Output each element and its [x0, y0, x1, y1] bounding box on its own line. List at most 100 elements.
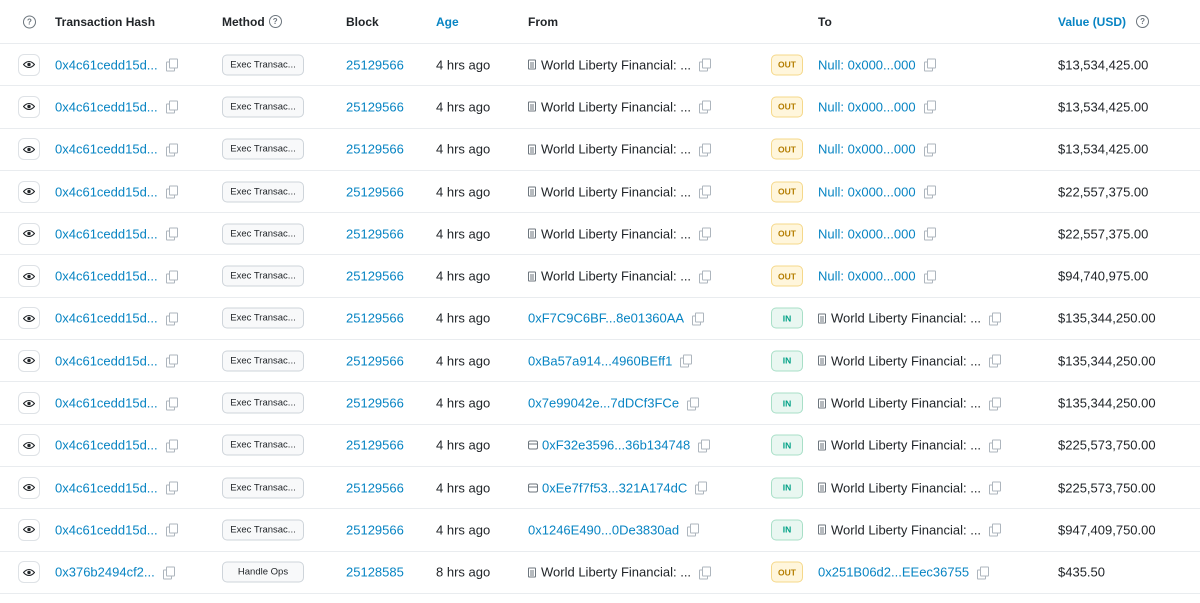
copy-icon[interactable]: [699, 143, 712, 157]
view-details-button[interactable]: [18, 561, 40, 584]
to-address[interactable]: Null: 0x000...000: [818, 99, 916, 114]
block-link[interactable]: 25129566: [346, 142, 404, 157]
copy-icon[interactable]: [165, 227, 178, 241]
copy-icon[interactable]: [989, 354, 1002, 368]
copy-icon[interactable]: [923, 185, 936, 199]
copy-icon[interactable]: [687, 523, 700, 537]
block-link[interactable]: 25129566: [346, 226, 404, 241]
copy-icon[interactable]: [989, 481, 1002, 495]
transaction-hash-link[interactable]: 0x4c61cedd15d...: [55, 480, 158, 495]
copy-icon[interactable]: [680, 354, 693, 368]
copy-icon[interactable]: [989, 312, 1002, 326]
question-circle-icon[interactable]: ?: [1136, 15, 1150, 28]
transaction-hash-link[interactable]: 0x4c61cedd15d...: [55, 57, 158, 72]
question-circle-icon[interactable]: ?: [268, 15, 282, 28]
view-details-button[interactable]: [18, 518, 40, 541]
transaction-hash-link[interactable]: 0x4c61cedd15d...: [55, 522, 158, 537]
transaction-hash-link[interactable]: 0x4c61cedd15d...: [55, 396, 158, 411]
from-address[interactable]: 0xF7C9C6BF...8e01360AA: [528, 311, 684, 326]
copy-icon[interactable]: [699, 270, 712, 284]
copy-icon[interactable]: [165, 58, 178, 72]
copy-icon[interactable]: [165, 439, 178, 453]
copy-icon[interactable]: [699, 100, 712, 114]
header-value-label[interactable]: Value (USD): [1058, 15, 1126, 29]
from-address[interactable]: 0xF32e3596...36b134748: [542, 438, 690, 453]
view-details-button[interactable]: [18, 265, 40, 288]
to-address[interactable]: Null: 0x000...000: [818, 57, 916, 72]
copy-icon[interactable]: [165, 397, 178, 411]
transaction-hash-link[interactable]: 0x4c61cedd15d...: [55, 142, 158, 157]
view-details-button[interactable]: [18, 434, 40, 457]
view-details-button[interactable]: [18, 307, 40, 330]
transaction-hash-link[interactable]: 0x376b2494cf2...: [55, 565, 155, 580]
copy-icon[interactable]: [699, 58, 712, 72]
copy-icon[interactable]: [165, 312, 178, 326]
copy-icon[interactable]: [923, 100, 936, 114]
transaction-hash-link[interactable]: 0x4c61cedd15d...: [55, 269, 158, 284]
block-link[interactable]: 25129566: [346, 184, 404, 199]
block-link[interactable]: 25129566: [346, 57, 404, 72]
view-details-button[interactable]: [18, 222, 40, 245]
copy-icon[interactable]: [165, 143, 178, 157]
block-link[interactable]: 25129566: [346, 353, 404, 368]
table-row: 0x376b2494cf2... Handle Ops 25128585 8 hrs …: [0, 552, 1200, 594]
to-address[interactable]: Null: 0x000...000: [818, 142, 916, 157]
view-details-button[interactable]: [18, 95, 40, 118]
block-link[interactable]: 25129566: [346, 438, 404, 453]
from-address[interactable]: 0xBa57a914...4960BEff1: [528, 353, 672, 368]
copy-icon[interactable]: [695, 481, 708, 495]
copy-icon[interactable]: [699, 227, 712, 241]
block-link[interactable]: 25129566: [346, 396, 404, 411]
view-details-button[interactable]: [18, 392, 40, 415]
from-address[interactable]: 0xEe7f7f53...321A174dC: [542, 480, 687, 495]
block-link[interactable]: 25129566: [346, 522, 404, 537]
from-address[interactable]: 0x1246E490...0De3830ad: [528, 522, 679, 537]
to-address[interactable]: Null: 0x000...000: [818, 226, 916, 241]
view-details-button[interactable]: [18, 476, 40, 499]
copy-icon[interactable]: [699, 566, 712, 580]
view-details-button[interactable]: [18, 53, 40, 76]
transaction-hash-link[interactable]: 0x4c61cedd15d...: [55, 311, 158, 326]
copy-icon[interactable]: [699, 185, 712, 199]
value-usd: $13,534,425.00: [1058, 57, 1149, 73]
copy-icon[interactable]: [698, 439, 711, 453]
view-details-button[interactable]: [18, 349, 40, 372]
transaction-hash-link[interactable]: 0x4c61cedd15d...: [55, 99, 158, 114]
copy-icon[interactable]: [162, 566, 175, 580]
copy-icon[interactable]: [165, 481, 178, 495]
view-details-button[interactable]: [18, 180, 40, 203]
copy-icon[interactable]: [923, 227, 936, 241]
block-link[interactable]: 25129566: [346, 99, 404, 114]
to-address[interactable]: Null: 0x000...000: [818, 269, 916, 284]
transaction-hash-link[interactable]: 0x4c61cedd15d...: [55, 226, 158, 241]
copy-icon[interactable]: [989, 523, 1002, 537]
copy-icon[interactable]: [687, 397, 700, 411]
block-link[interactable]: 25129566: [346, 311, 404, 326]
from-address[interactable]: 0x7e99042e...7dDCf3FCe: [528, 396, 679, 411]
direction-badge: IN: [771, 350, 803, 372]
copy-icon[interactable]: [989, 397, 1002, 411]
block-link[interactable]: 25129566: [346, 269, 404, 284]
document-icon: [818, 313, 826, 324]
header-age[interactable]: Age: [436, 15, 459, 29]
copy-icon[interactable]: [165, 270, 178, 284]
copy-icon[interactable]: [923, 270, 936, 284]
block-link[interactable]: 25128585: [346, 565, 404, 580]
info-icon[interactable]: ?: [23, 15, 36, 28]
view-details-button[interactable]: [18, 138, 40, 161]
copy-icon[interactable]: [165, 523, 178, 537]
block-link[interactable]: 25129566: [346, 480, 404, 495]
to-address[interactable]: Null: 0x000...000: [818, 184, 916, 199]
copy-icon[interactable]: [989, 439, 1002, 453]
copy-icon[interactable]: [165, 185, 178, 199]
transaction-hash-link[interactable]: 0x4c61cedd15d...: [55, 438, 158, 453]
transaction-hash-link[interactable]: 0x4c61cedd15d...: [55, 353, 158, 368]
copy-icon[interactable]: [977, 566, 990, 580]
transaction-hash-link[interactable]: 0x4c61cedd15d...: [55, 184, 158, 199]
copy-icon[interactable]: [165, 354, 178, 368]
copy-icon[interactable]: [165, 100, 178, 114]
copy-icon[interactable]: [923, 58, 936, 72]
copy-icon[interactable]: [692, 312, 705, 326]
to-address[interactable]: 0x251B06d2...EEec36755: [818, 565, 969, 580]
copy-icon[interactable]: [923, 143, 936, 157]
